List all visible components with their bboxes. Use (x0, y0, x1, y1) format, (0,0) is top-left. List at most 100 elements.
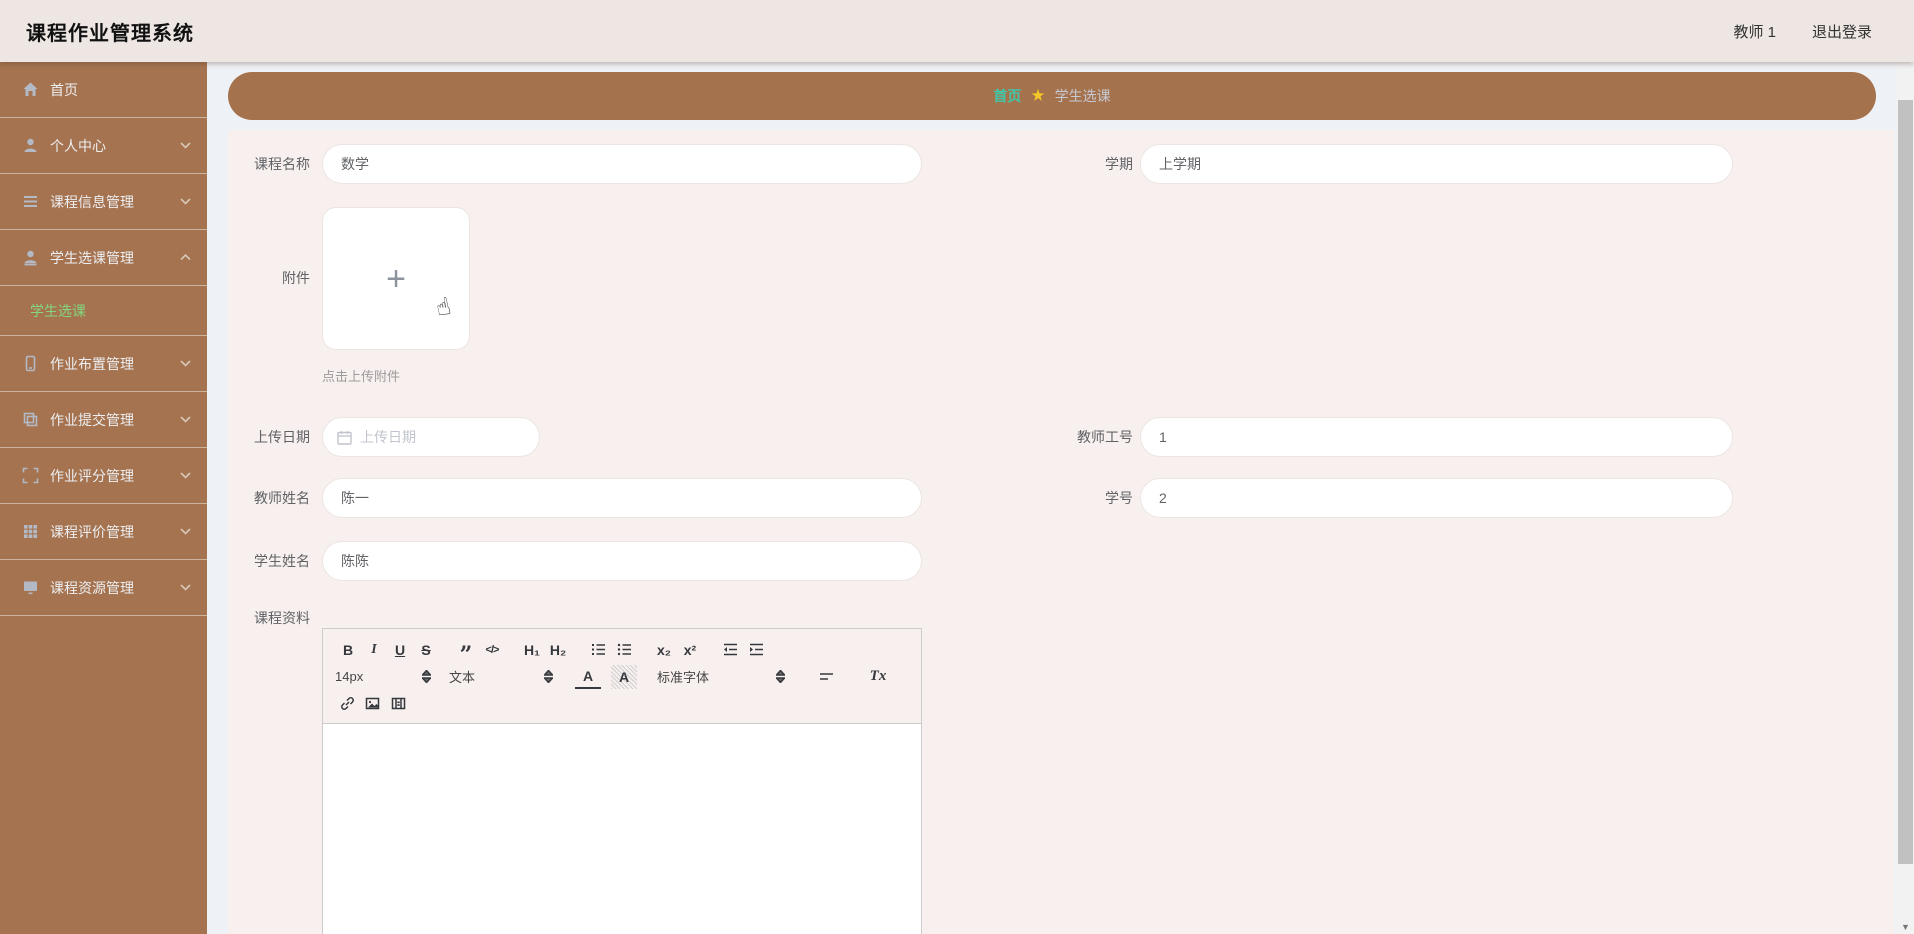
attachment-upload-box[interactable]: + ☝ (322, 207, 470, 350)
teacher-name-input[interactable] (323, 479, 921, 517)
underline-button[interactable]: U (387, 638, 413, 662)
editor-toolbar: B I U S ” </> H₁ H₂ x₂ x² 14px 文本 A A 标准… (322, 628, 922, 724)
updown-arrows-icon (422, 670, 431, 683)
sidebar-item-label: 个人中心 (50, 137, 106, 154)
form-panel: 课程名称 学期 附件 + ☝ 点击上传附件 上传日期 教师工号 教师姓名 学号 … (228, 130, 1894, 934)
chevron-down-icon (180, 142, 191, 149)
link-icon[interactable] (335, 692, 359, 716)
sidebar-item-home[interactable]: 首页 (0, 62, 207, 118)
user-icon (24, 138, 37, 152)
sidebar-item-course-resource[interactable]: 课程资源管理 (0, 560, 207, 616)
sidebar-subitem-label: 学生选课 (30, 302, 86, 319)
sidebar-item-student-course-mgmt[interactable]: 学生选课管理 (0, 230, 207, 286)
strikethrough-button[interactable]: S (413, 638, 439, 662)
chevron-up-icon (180, 254, 191, 261)
phone-icon (25, 355, 36, 372)
sidebar-item-label: 作业评分管理 (50, 467, 134, 484)
background-color-button[interactable]: A (611, 664, 637, 689)
font-size-picker[interactable]: 14px (335, 665, 431, 689)
align-icon[interactable] (813, 665, 839, 689)
bullet-list-icon[interactable] (611, 638, 637, 662)
student-id-input[interactable] (1141, 479, 1732, 517)
superscript-button[interactable]: x² (677, 638, 703, 662)
indent-icon[interactable] (743, 638, 769, 662)
outdent-icon[interactable] (717, 638, 743, 662)
plus-icon: + (386, 259, 406, 298)
semester-input[interactable] (1141, 145, 1732, 183)
paragraph-style-picker[interactable]: 文本 (449, 665, 553, 689)
sidebar-item-homework-score[interactable]: 作业评分管理 (0, 448, 207, 504)
italic-button[interactable]: I (361, 638, 387, 662)
updown-arrows-icon (776, 670, 785, 683)
chevron-down-icon (180, 472, 191, 479)
bold-button[interactable]: B (335, 638, 361, 662)
breadcrumb: 首页 ★ 学生选课 (228, 72, 1876, 120)
app-header: 课程作业管理系统 教师 1 退出登录 (0, 0, 1914, 62)
font-family-picker[interactable]: 标准字体 (657, 665, 785, 689)
student-icon (24, 250, 37, 266)
sidebar-subitem-student-course[interactable]: 学生选课 (0, 286, 207, 336)
rich-text-editor: B I U S ” </> H₁ H₂ x₂ x² 14px 文本 A A 标准… (322, 628, 922, 934)
sidebar-item-label: 课程评价管理 (50, 523, 134, 540)
chevron-down-icon (180, 528, 191, 535)
app-title: 课程作业管理系统 (26, 22, 194, 45)
image-icon[interactable] (359, 692, 385, 716)
chevron-down-icon (180, 360, 191, 367)
upload-date-input[interactable] (352, 418, 539, 456)
teacher-id-input[interactable] (1141, 418, 1732, 456)
heading1-button[interactable]: H₁ (519, 638, 545, 662)
blockquote-icon[interactable]: ” (453, 638, 479, 666)
sidebar-item-personal-center[interactable]: 个人中心 (0, 118, 207, 174)
current-user-link[interactable]: 教师 1 (1733, 21, 1776, 42)
subscript-button[interactable]: x₂ (651, 638, 677, 662)
video-icon[interactable] (385, 692, 411, 716)
semester-label: 学期 (1105, 156, 1133, 172)
sidebar-item-label: 首页 (50, 81, 78, 98)
updown-arrows-icon (544, 670, 553, 683)
sidebar-item-homework-submit[interactable]: 作业提交管理 (0, 392, 207, 448)
chevron-down-icon (180, 198, 191, 205)
list-icon (24, 196, 37, 207)
teacher-id-label: 教师工号 (1077, 429, 1133, 445)
monitor-icon (24, 581, 37, 595)
page-scrollbar[interactable]: ▼ (1897, 62, 1914, 934)
course-name-label: 课程名称 (254, 156, 310, 172)
sidebar-item-label: 课程信息管理 (50, 193, 134, 210)
sidebar-item-course-info[interactable]: 课程信息管理 (0, 174, 207, 230)
copy-icon (23, 412, 38, 427)
sidebar-item-label: 作业提交管理 (50, 411, 134, 428)
scrollbar-down-arrow[interactable]: ▼ (1897, 922, 1914, 932)
student-name-input[interactable] (323, 542, 921, 580)
sidebar-item-label: 学生选课管理 (50, 249, 134, 266)
heading2-button[interactable]: H₂ (545, 638, 571, 662)
upload-hint-text: 点击上传附件 (322, 369, 401, 384)
editor-content-area[interactable] (322, 724, 922, 934)
course-name-input[interactable] (323, 145, 921, 183)
sidebar-item-label: 作业布置管理 (50, 355, 134, 372)
sidebar-item-label: 课程资源管理 (50, 579, 134, 596)
breadcrumb-current: 学生选课 (1054, 88, 1111, 104)
breadcrumb-home-link[interactable]: 首页 (993, 86, 1021, 106)
crop-icon (22, 467, 39, 484)
sidebar: 首页 个人中心 课程信息管理 学生选课管理 学生选课 作业布置管理 作业提交管理 (0, 62, 207, 934)
logout-link[interactable]: 退出登录 (1812, 21, 1872, 42)
student-name-label: 学生姓名 (254, 553, 310, 569)
student-id-label: 学号 (1105, 490, 1133, 506)
clear-format-button[interactable]: Tx (865, 665, 891, 689)
attachment-label: 附件 (282, 270, 310, 286)
star-icon: ★ (1030, 86, 1046, 105)
scrollbar-thumb[interactable] (1898, 100, 1913, 864)
upload-date-label: 上传日期 (254, 429, 310, 445)
font-color-button[interactable]: A (575, 665, 601, 689)
hand-cursor-icon: ☝ (433, 291, 454, 323)
ordered-list-icon[interactable] (585, 638, 611, 662)
code-block-icon[interactable]: </> (479, 638, 505, 662)
chevron-down-icon (180, 416, 191, 423)
home-icon (23, 82, 38, 96)
calendar-icon (337, 430, 352, 445)
teacher-name-label: 教师姓名 (254, 490, 310, 506)
sidebar-item-course-evaluation[interactable]: 课程评价管理 (0, 504, 207, 560)
sidebar-item-homework-assign[interactable]: 作业布置管理 (0, 336, 207, 392)
course-material-label: 课程资料 (254, 610, 310, 626)
chevron-down-icon (180, 584, 191, 591)
